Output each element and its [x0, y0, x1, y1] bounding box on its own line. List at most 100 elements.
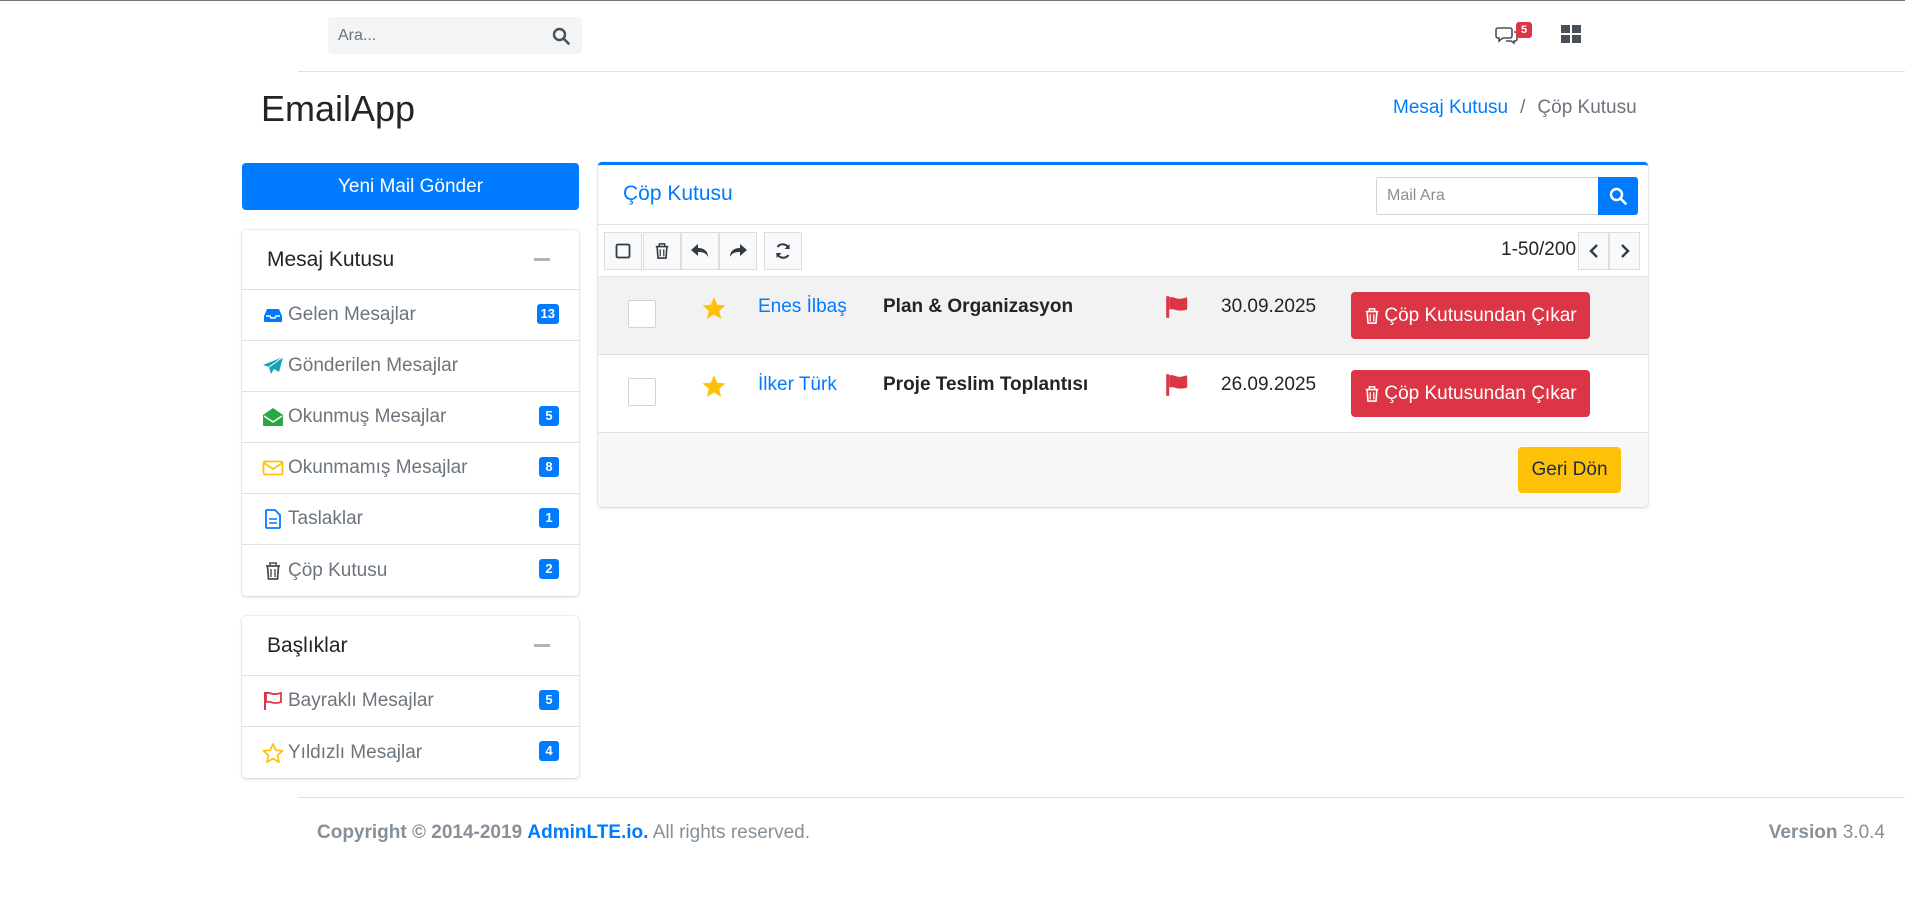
- messages-badge: 5: [1516, 22, 1532, 38]
- flag-icon: [1166, 374, 1188, 396]
- star-icon: [262, 742, 284, 764]
- version-info: Version 3.0.4: [1769, 822, 1885, 844]
- count-badge: 13: [536, 304, 559, 324]
- minus-icon: [534, 644, 550, 647]
- mailbox-title: Çöp Kutusu: [623, 182, 733, 205]
- reply-button[interactable]: [681, 232, 719, 270]
- breadcrumb-mailbox-link[interactable]: Mesaj Kutusu: [1393, 97, 1508, 119]
- version-label: Version: [1768, 822, 1838, 843]
- restore-button-label: Çöp Kutusundan Çıkar: [1384, 304, 1577, 326]
- mailbox-header: Çöp Kutusu: [598, 165, 1648, 225]
- copyright: Copyright © 2014-2019 AdminLTE.io. All r…: [317, 822, 810, 844]
- restore-from-trash-button[interactable]: Çöp Kutusundan Çıkar: [1351, 292, 1590, 339]
- mailbox-footer: Geri Dön: [598, 433, 1648, 507]
- envelope-open-icon: [262, 406, 284, 428]
- table-row[interactable]: İlker Türk Proje Teslim Toplantısı 26.09…: [598, 355, 1648, 433]
- apps-grid-button[interactable]: [1560, 23, 1584, 47]
- folders-card-title: Mesaj Kutusu: [267, 247, 395, 271]
- folder-item-drafts[interactable]: Taslaklar 1: [242, 494, 579, 545]
- folder-item-label: Çöp Kutusu: [288, 559, 388, 581]
- copyright-rights: All rights reserved.: [652, 822, 811, 843]
- envelope-icon: [262, 457, 284, 479]
- folder-item-trash[interactable]: Çöp Kutusu 2: [242, 545, 579, 596]
- mailbox-card: Çöp Kutusu 1-50/200: [598, 162, 1648, 507]
- top-navbar: 5: [298, 1, 1905, 72]
- refresh-button[interactable]: [764, 232, 802, 270]
- inbox-icon: [262, 304, 284, 326]
- count-badge: 1: [539, 508, 559, 528]
- folders-list: Gelen Mesajlar 13 Gönderilen Mesajlar Ok…: [242, 290, 579, 596]
- count-badge: 8: [539, 457, 559, 477]
- page-title: EmailApp: [261, 88, 416, 129]
- adminlte-link[interactable]: AdminLTE.io.: [527, 822, 648, 843]
- labels-card-title: Başlıklar: [267, 633, 348, 657]
- search-icon: [1609, 187, 1627, 205]
- folder-item-label: Gönderilen Mesajlar: [288, 355, 459, 376]
- navbar-search-button[interactable]: [540, 17, 582, 54]
- minus-icon: [534, 258, 550, 261]
- folders-collapse-button[interactable]: [530, 248, 554, 272]
- star-icon[interactable]: [701, 295, 727, 321]
- label-item-starred[interactable]: Yıldızlı Mesajlar 4: [242, 727, 579, 778]
- paper-plane-icon: [262, 355, 284, 377]
- folder-item-sent[interactable]: Gönderilen Mesajlar: [242, 341, 579, 392]
- restore-button-label: Çöp Kutusundan Çıkar: [1384, 382, 1577, 404]
- labels-list: Bayraklı Mesajlar 5 Yıldızlı Mesajlar 4: [242, 676, 579, 778]
- mail-search-input[interactable]: [1376, 177, 1608, 215]
- navbar-search: [328, 17, 582, 54]
- trash-icon: [655, 243, 669, 259]
- file-icon: [262, 508, 284, 530]
- navbar-search-input[interactable]: [328, 17, 538, 54]
- labels-card: Başlıklar Bayraklı Mesajlar 5 Yıldızlı M…: [242, 616, 579, 778]
- copyright-prefix: Copyright © 2014-2019: [317, 822, 523, 843]
- row-checkbox[interactable]: [628, 300, 656, 328]
- pager-text: 1-50/200: [1501, 239, 1577, 260]
- mail-search-button[interactable]: [1598, 177, 1638, 215]
- table-row[interactable]: Enes İlbaş Plan & Organizasyon 30.09.202…: [598, 277, 1648, 355]
- delete-button[interactable]: [643, 232, 681, 270]
- folder-item-label: Okunmamış Mesajlar: [288, 457, 468, 478]
- flag-icon: [1166, 296, 1188, 318]
- folder-item-label: Gelen Mesajlar: [288, 304, 416, 325]
- label-item-flagged[interactable]: Bayraklı Mesajlar 5: [242, 676, 579, 727]
- search-icon: [552, 27, 570, 45]
- sync-icon: [776, 243, 790, 259]
- share-icon: [730, 244, 747, 257]
- chevron-left-icon: [1588, 244, 1598, 258]
- row-checkbox[interactable]: [628, 378, 656, 406]
- labels-collapse-button[interactable]: [530, 634, 554, 658]
- prev-page-button[interactable]: [1578, 232, 1609, 270]
- folder-item-unread[interactable]: Okunmamış Mesajlar 8: [242, 443, 579, 494]
- folders-card-header: Mesaj Kutusu: [242, 230, 579, 290]
- flag-icon: [262, 690, 284, 712]
- folders-card: Mesaj Kutusu Gelen Mesajlar 13 Gönderile…: [242, 230, 579, 596]
- version-value: 3.0.4: [1842, 822, 1885, 843]
- breadcrumb-current: Çöp Kutusu: [1537, 97, 1637, 118]
- folder-item-read[interactable]: Okunmuş Mesajlar 5: [242, 392, 579, 443]
- mail-date: 26.09.2025: [1221, 374, 1317, 395]
- label-item-label: Yıldızlı Mesajlar: [288, 741, 423, 763]
- chevron-right-icon: [1620, 244, 1630, 258]
- label-item-label: Bayraklı Mesajlar: [288, 690, 434, 711]
- compose-button[interactable]: Yeni Mail Gönder: [242, 163, 579, 210]
- mail-table: Enes İlbaş Plan & Organizasyon 30.09.202…: [598, 277, 1648, 433]
- mail-sender-link[interactable]: İlker Türk: [758, 374, 837, 396]
- star-icon[interactable]: [701, 373, 727, 399]
- next-page-button[interactable]: [1609, 232, 1640, 270]
- trash-icon: [262, 560, 284, 582]
- mail-sender-link[interactable]: Enes İlbaş: [758, 296, 847, 318]
- breadcrumb: Mesaj Kutusu / Çöp Kutusu: [1393, 97, 1637, 119]
- trash-icon: [1366, 385, 1379, 402]
- select-all-button[interactable]: [604, 232, 642, 270]
- forward-button[interactable]: [719, 232, 757, 270]
- page-footer: Copyright © 2014-2019 AdminLTE.io. All r…: [298, 797, 1905, 873]
- back-button[interactable]: Geri Dön: [1518, 447, 1621, 493]
- mail-subject: Plan & Organizasyon: [883, 296, 1074, 317]
- reply-icon: [691, 244, 708, 257]
- count-badge: 5: [539, 690, 559, 710]
- count-badge: 5: [539, 406, 559, 426]
- folder-item-label: Taslaklar: [288, 508, 363, 529]
- folder-item-inbox[interactable]: Gelen Mesajlar 13: [242, 290, 579, 341]
- restore-from-trash-button[interactable]: Çöp Kutusundan Çıkar: [1351, 370, 1590, 417]
- mail-subject: Proje Teslim Toplantısı: [883, 374, 1089, 395]
